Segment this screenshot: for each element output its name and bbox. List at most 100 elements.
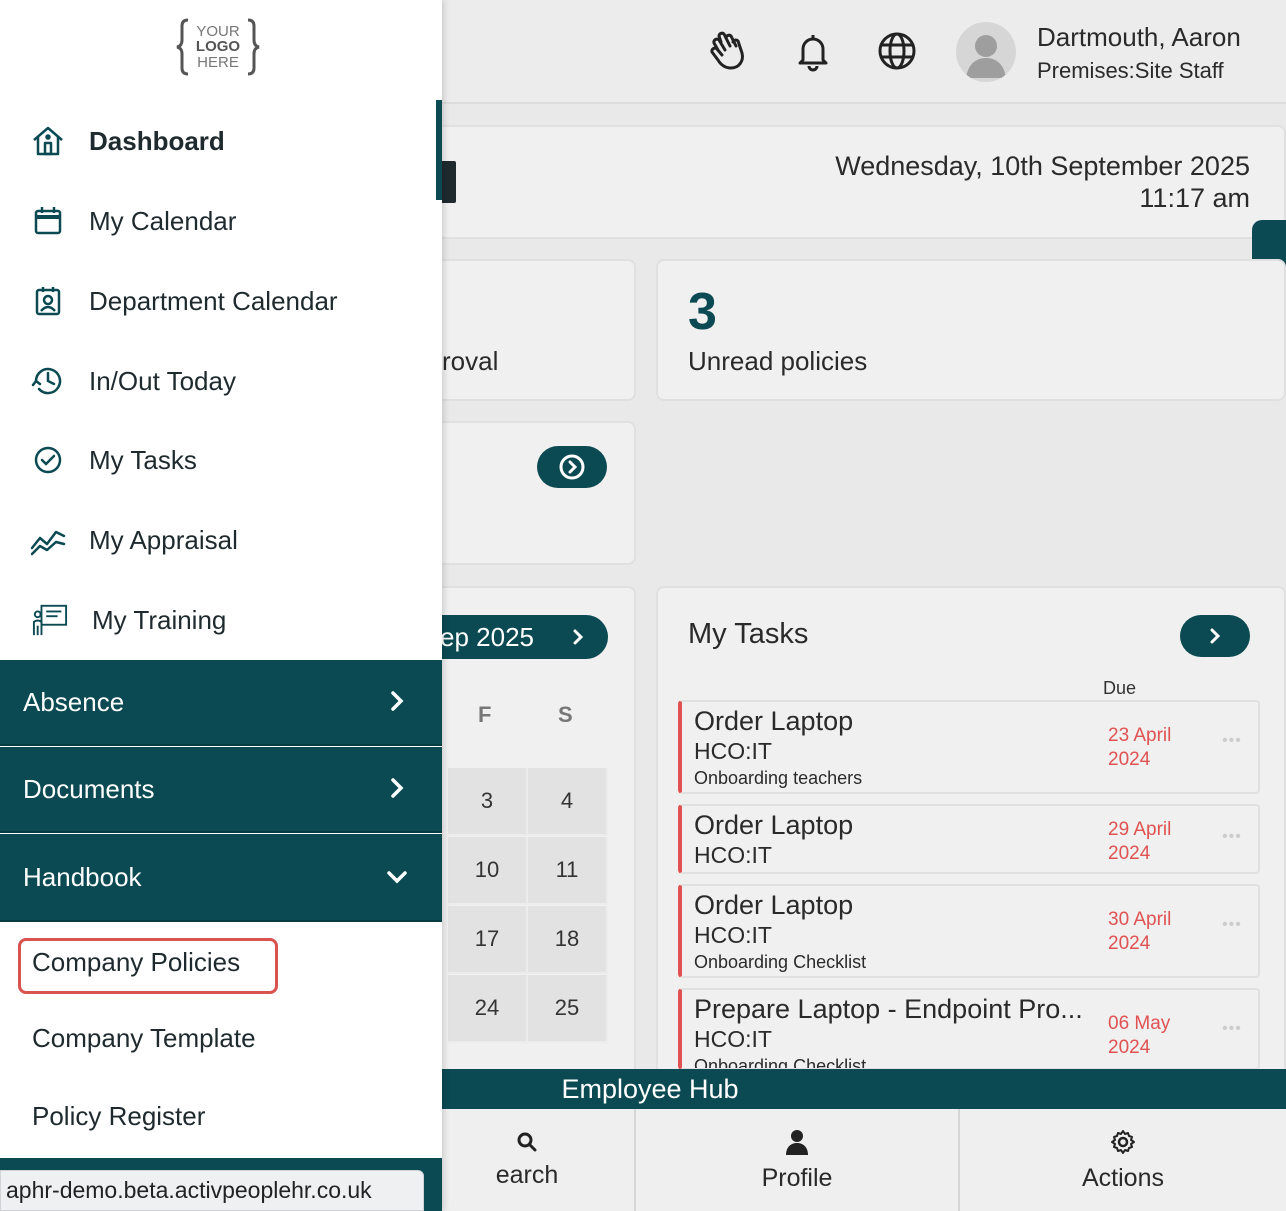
- company-logo: YOUR LOGO HERE: [176, 18, 260, 76]
- nav-actions-label: Actions: [1082, 1163, 1164, 1192]
- approval-label: roval: [442, 346, 499, 376]
- section-label: Documents: [23, 773, 155, 804]
- department-calendar-icon: [30, 283, 66, 319]
- menu-label: In/Out Today: [89, 365, 236, 396]
- menu-label: Dashboard: [89, 125, 225, 156]
- calendar-dow: S: [558, 702, 573, 727]
- menu-label: My Training: [92, 604, 227, 635]
- user-role: Premises:Site Staff: [1037, 58, 1224, 83]
- calendar-dow: F: [478, 702, 492, 727]
- current-datetime: Wednesday, 10th September 2025 11:17 am: [835, 150, 1250, 214]
- calendar-day[interactable]: 4: [528, 768, 608, 836]
- menu-item-my-training[interactable]: My Training: [0, 590, 442, 650]
- home-icon: [30, 123, 66, 159]
- calendar-month-header[interactable]: ep 2025: [420, 615, 608, 659]
- task-due-day: 06 May: [1108, 1013, 1171, 1034]
- submenu-company-policies[interactable]: Company Policies: [32, 947, 240, 978]
- calendar-day[interactable]: 11: [528, 837, 608, 905]
- menu-label: My Calendar: [89, 205, 237, 236]
- calendar-day[interactable]: 18: [528, 906, 608, 974]
- task-item[interactable]: Order Laptop HCO:IT Onboarding teachers …: [678, 700, 1260, 794]
- calendar-month-label: ep 2025: [440, 621, 534, 652]
- user-name: Dartmouth, Aaron: [1037, 22, 1241, 52]
- approval-card[interactable]: [420, 259, 636, 401]
- task-due-year: 2024: [1108, 749, 1151, 770]
- more-options-icon[interactable]: •••: [1222, 732, 1242, 750]
- task-checklist: Onboarding Checklist: [694, 952, 867, 972]
- nav-search[interactable]: earch: [420, 1109, 634, 1211]
- training-board-icon: [32, 602, 68, 638]
- nav-profile[interactable]: Profile: [636, 1109, 958, 1211]
- task-checklist: Onboarding Checklist: [694, 1056, 867, 1070]
- calendar-day[interactable]: 3: [448, 768, 528, 836]
- my-tasks-title: My Tasks: [688, 618, 809, 650]
- submenu-company-template[interactable]: Company Template: [32, 1023, 256, 1054]
- more-options-icon[interactable]: •••: [1222, 1020, 1242, 1038]
- task-title: Order Laptop: [694, 810, 854, 840]
- nav-profile-label: Profile: [761, 1163, 833, 1192]
- my-tasks-more-button[interactable]: [1180, 615, 1250, 657]
- task-title: Prepare Laptop - Endpoint Pro...: [694, 994, 1083, 1024]
- globe-icon[interactable]: [872, 26, 922, 76]
- unread-policies-card[interactable]: [656, 259, 1286, 401]
- chevron-right-icon: [1210, 628, 1221, 644]
- arrow-circle-right-icon: [559, 454, 585, 480]
- section-handbook[interactable]: Handbook: [0, 834, 442, 922]
- section-absence[interactable]: Absence: [0, 660, 442, 746]
- nav-search-label: earch: [495, 1160, 559, 1189]
- task-due-day: 23 April: [1108, 725, 1172, 746]
- clock-history-icon: [30, 363, 66, 399]
- task-item[interactable]: Order Laptop HCO:IT Onboarding Checklist…: [678, 884, 1260, 978]
- current-time: 11:17 am: [1139, 183, 1250, 213]
- task-owner: HCO:IT: [694, 1026, 772, 1052]
- navigation-drawer: YOUR LOGO HERE Dashboard My Calendar Dep…: [0, 0, 442, 1211]
- chevron-right-icon: [391, 778, 404, 798]
- menu-item-my-appraisal[interactable]: My Appraisal: [0, 510, 442, 570]
- section-label: Handbook: [23, 861, 142, 892]
- task-owner: HCO:IT: [694, 738, 772, 764]
- menu-label: My Appraisal: [89, 524, 238, 555]
- more-options-icon[interactable]: •••: [1222, 828, 1242, 846]
- chevron-right-icon[interactable]: [572, 629, 584, 645]
- task-due-year: 2024: [1108, 1037, 1151, 1058]
- task-due-date: 23 April 2024: [1108, 724, 1171, 772]
- calendar-day[interactable]: 25: [528, 975, 608, 1043]
- calendar-day[interactable]: 24: [448, 975, 528, 1043]
- menu-label: Department Calendar: [89, 285, 338, 316]
- submenu-policy-register[interactable]: Policy Register: [32, 1101, 205, 1132]
- unread-label: Unread policies: [688, 346, 868, 376]
- task-due-date: 29 April 2024: [1108, 818, 1171, 866]
- menu-item-department-calendar[interactable]: Department Calendar: [0, 271, 442, 331]
- bell-icon[interactable]: [788, 26, 838, 76]
- unread-count: 3: [688, 283, 717, 341]
- task-item[interactable]: Order Laptop HCO:IT 29 April 2024 •••: [678, 804, 1260, 874]
- section-documents[interactable]: Documents: [0, 747, 442, 833]
- current-date: Wednesday, 10th September 2025: [835, 151, 1250, 181]
- nav-actions[interactable]: Actions: [960, 1109, 1286, 1211]
- task-checklist: Onboarding teachers: [694, 768, 863, 788]
- task-due-year: 2024: [1108, 933, 1151, 954]
- employee-hub-title: Employee Hub: [561, 1073, 739, 1104]
- more-options-icon[interactable]: •••: [1222, 916, 1242, 934]
- menu-item-in-out-today[interactable]: In/Out Today: [0, 351, 442, 411]
- task-due-day: 30 April: [1108, 909, 1172, 930]
- menu-label: My Tasks: [89, 444, 197, 475]
- calendar-day[interactable]: 17: [448, 906, 528, 974]
- wave-hand-icon[interactable]: [704, 26, 754, 76]
- search-icon: [517, 1132, 537, 1151]
- go-button[interactable]: [537, 446, 607, 488]
- task-owner: HCO:IT: [694, 922, 772, 948]
- menu-item-dashboard[interactable]: Dashboard: [0, 111, 442, 171]
- menu-item-my-calendar[interactable]: My Calendar: [0, 191, 442, 251]
- logo-line: HERE: [197, 54, 239, 71]
- task-item[interactable]: Prepare Laptop - Endpoint Pro... HCO:IT …: [678, 988, 1260, 1070]
- task-due-date: 06 May 2024: [1108, 1012, 1170, 1060]
- task-due-day: 29 April: [1108, 819, 1172, 840]
- menu-item-my-tasks[interactable]: My Tasks: [0, 430, 442, 490]
- chevron-down-icon: [387, 871, 407, 884]
- gear-icon: [1111, 1129, 1135, 1154]
- chart-line-icon: [30, 522, 66, 558]
- calendar-day[interactable]: 10: [448, 837, 528, 905]
- avatar[interactable]: [956, 22, 1016, 82]
- due-column-header: Due: [1103, 678, 1137, 698]
